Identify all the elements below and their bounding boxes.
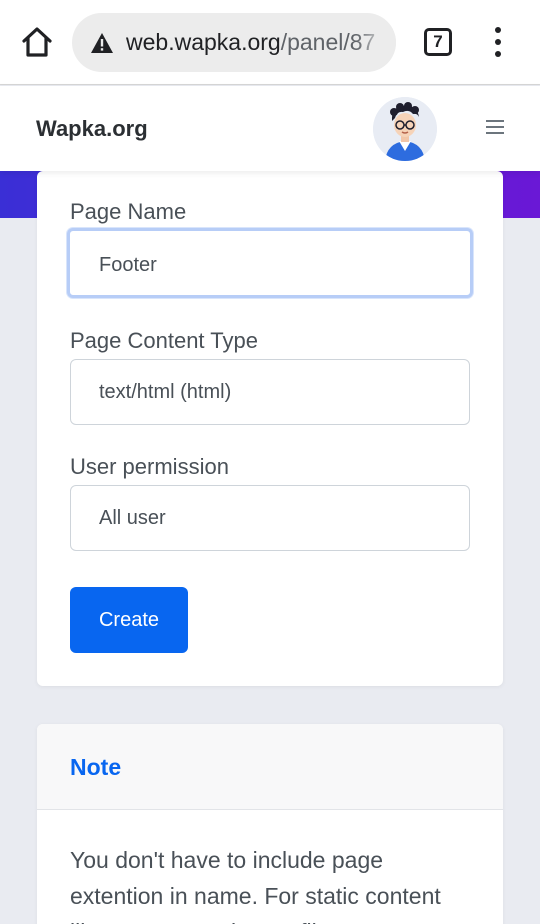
hamburger-icon[interactable]: [486, 120, 504, 134]
url-fade: [356, 13, 396, 72]
note-header: Note: [37, 724, 503, 810]
avatar[interactable]: [373, 97, 437, 161]
home-icon[interactable]: [20, 25, 54, 59]
note-body: You don't have to include page extention…: [70, 847, 441, 924]
url-host: web.wapka.org: [126, 29, 281, 55]
create-button[interactable]: Create: [70, 587, 188, 653]
page-name-input[interactable]: Footer: [67, 228, 473, 298]
content-type-label: Page Content Type: [70, 328, 258, 353]
content-type-select[interactable]: text/html (html): [70, 359, 470, 425]
tab-switcher-icon[interactable]: 7: [424, 28, 452, 56]
avatar-illustration-icon: [373, 97, 437, 161]
permission-select[interactable]: All user: [70, 485, 470, 551]
page-name-label: Page Name: [70, 199, 187, 224]
site-header: Wapka.org: [0, 86, 540, 171]
url-text[interactable]: web.wapka.org/panel/87: [126, 13, 375, 72]
warning-icon[interactable]: [90, 32, 114, 54]
create-page-form: Page Name Footer Page Content Type text/…: [37, 171, 503, 686]
permission-label: User permission: [70, 454, 229, 479]
address-bar[interactable]: web.wapka.org/panel/87: [72, 13, 396, 72]
note-card: Note You don't have to include page exte…: [37, 724, 503, 924]
brand-logo-text[interactable]: Wapka.org: [36, 86, 148, 171]
more-vert-icon[interactable]: [490, 27, 506, 57]
browser-toolbar: web.wapka.org/panel/87 7: [0, 0, 540, 85]
note-title: Note: [70, 754, 122, 780]
